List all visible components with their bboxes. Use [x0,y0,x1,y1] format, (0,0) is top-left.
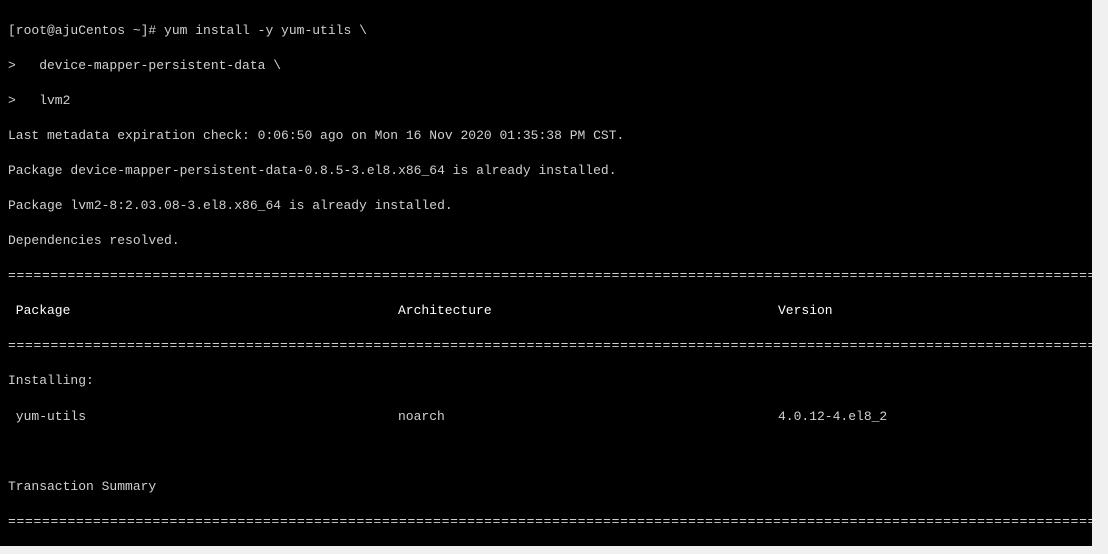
table-header: PackageArchitectureVersion [8,302,1084,320]
pkg-arch: noarch [398,408,778,426]
blank [8,443,1084,461]
header-version: Version [778,302,1084,320]
package-row: yum-utilsnoarch4.0.12-4.el8_2 [8,408,1084,426]
cmd-cont-2: > lvm2 [8,92,1084,110]
pkg-name: yum-utils [8,408,398,426]
cmd-cont-1: > device-mapper-persistent-data \ [8,57,1084,75]
txn-summary: Transaction Summary [8,478,1084,496]
already-installed-2: Package lvm2-8:2.03.08-3.el8.x86_64 is a… [8,197,1084,215]
prompt: [root@ajuCentos ~]# [8,23,164,38]
header-arch: Architecture [398,302,778,320]
command: yum install -y yum-utils \ [164,23,367,38]
already-installed-1: Package device-mapper-persistent-data-0.… [8,162,1084,180]
separator-top: ========================================… [8,267,1084,285]
terminal-window[interactable]: [root@ajuCentos ~]# yum install -y yum-u… [0,0,1092,546]
header-package: Package [8,302,398,320]
metadata-check: Last metadata expiration check: 0:06:50 … [8,127,1084,145]
separator-below-header: ========================================… [8,337,1084,355]
installing-label: Installing: [8,372,1084,390]
separator-summary: ========================================… [8,513,1084,531]
deps-resolved: Dependencies resolved. [8,232,1084,250]
cmd-line-1: [root@ajuCentos ~]# yum install -y yum-u… [8,22,1084,40]
pkg-version: 4.0.12-4.el8_2 [778,408,1084,426]
